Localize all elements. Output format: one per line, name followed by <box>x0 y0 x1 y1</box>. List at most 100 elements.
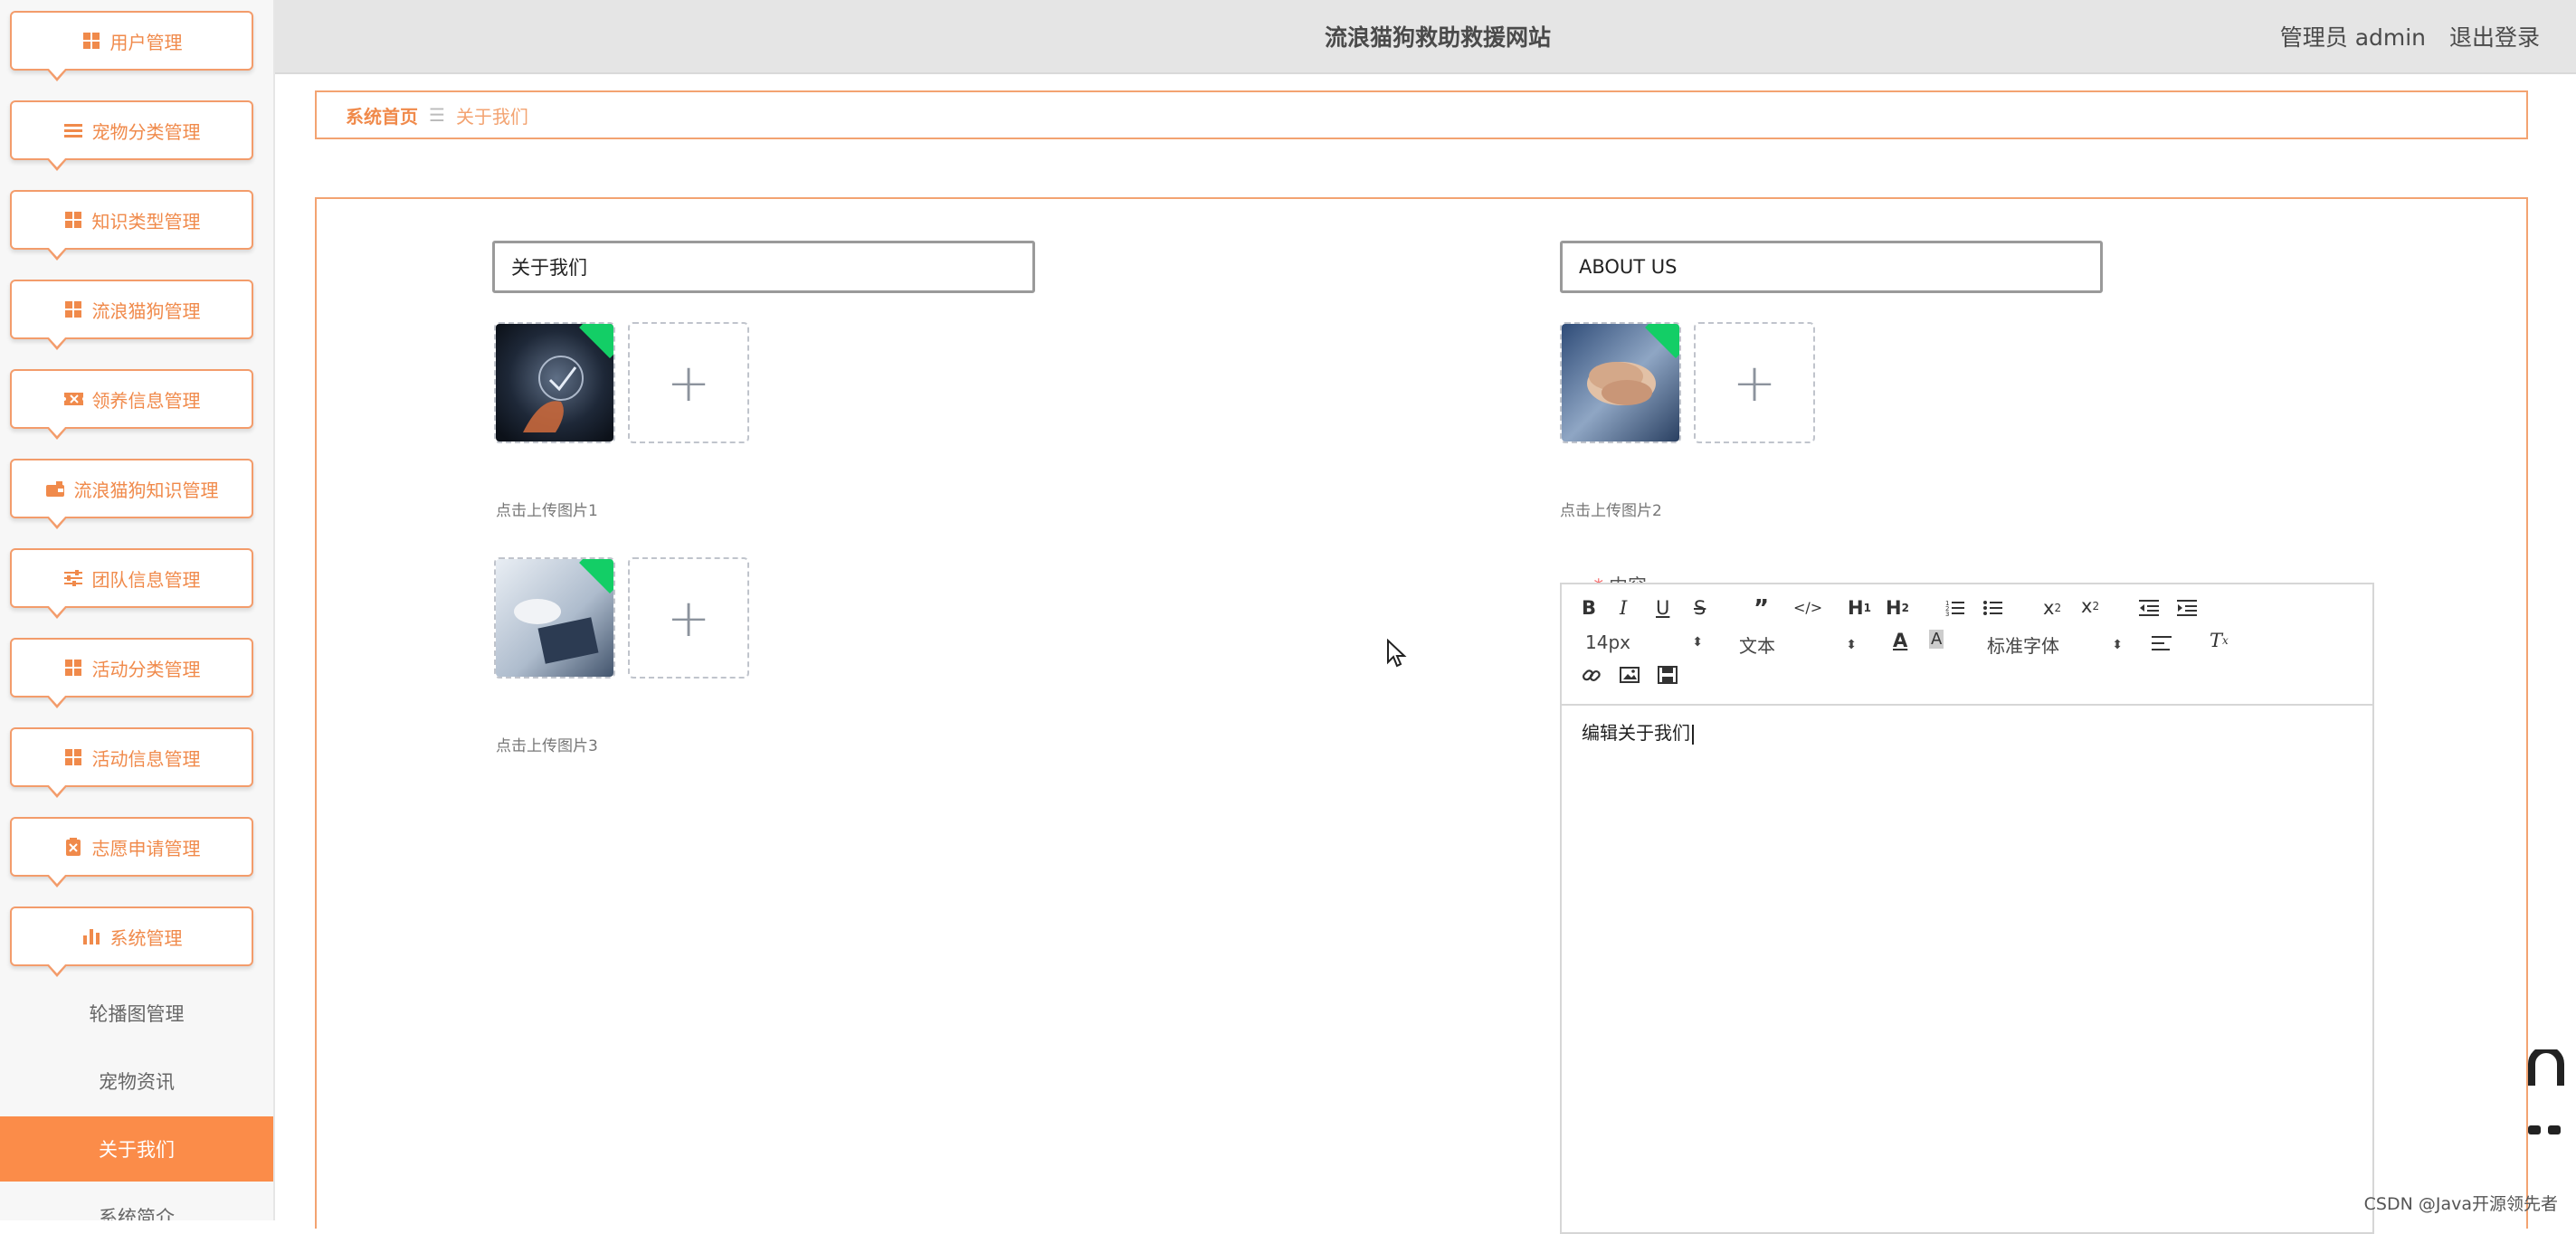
editor-content-area[interactable]: 编辑关于我们 <box>1582 718 1694 745</box>
indent-icon[interactable] <box>2177 599 2197 617</box>
watermark: CSDN @Java开源领先者 <box>2363 1194 2558 1214</box>
menu-item-label: 活动信息管理 <box>91 747 201 770</box>
list-icon <box>63 120 83 140</box>
menu-item-label: 流浪猫狗知识管理 <box>73 479 219 501</box>
video-icon[interactable] <box>1658 666 1678 684</box>
image3-upload-button[interactable]: + <box>628 557 749 679</box>
submenu-item-label: 宠物资讯 <box>99 1071 175 1093</box>
blockquote-icon[interactable]: ” <box>1754 595 1769 622</box>
menu-item-adoption-info[interactable]: 领养信息管理 <box>10 369 253 440</box>
top-header: 流浪猫狗救助救援网站 管理员 admin 退出登录 <box>275 0 2576 74</box>
text-caret <box>1692 724 1694 745</box>
sliders-icon <box>63 568 83 588</box>
submenu-item-label: 关于我们 <box>99 1139 175 1161</box>
plus-icon: + <box>1732 352 1777 413</box>
user-label: 管理员 admin <box>2279 24 2427 51</box>
ticket-icon <box>63 389 83 409</box>
title-input[interactable] <box>492 241 1035 293</box>
menu-item-label: 系统管理 <box>109 926 183 949</box>
grid-icon <box>63 658 83 678</box>
underline-icon[interactable]: U <box>1656 597 1669 619</box>
breadcrumb-separator-icon: ☰ <box>429 104 445 126</box>
code-block-icon[interactable]: </> <box>1793 599 1822 616</box>
wallet-icon <box>45 479 65 498</box>
image-icon[interactable] <box>1620 666 1640 684</box>
ordered-list-icon[interactable]: 123 <box>1945 599 1965 617</box>
menu-item-label: 宠物分类管理 <box>91 120 201 143</box>
menu-item-pet-category[interactable]: 宠物分类管理 <box>10 100 253 171</box>
strikethrough-icon[interactable]: S <box>1694 597 1706 619</box>
image2-hint: 点击上传图片2 <box>1560 502 1662 520</box>
subscript-icon[interactable]: x2 <box>2043 597 2061 619</box>
image2-thumbnail[interactable] <box>1560 322 1681 443</box>
menu-item-knowledge-type[interactable]: 知识类型管理 <box>10 190 253 261</box>
image1-hint: 点击上传图片1 <box>496 502 598 520</box>
select-arrows-icon: ⬍ <box>2112 637 2123 652</box>
rich-text-editor: B I U S ” </> H1 H2 123 x2 x2 14px ⬍ 文本 ⬍ … <box>1560 583 2374 1234</box>
floating-widget-icon <box>2524 1046 2570 1163</box>
font-color-icon[interactable]: A <box>1893 630 1907 651</box>
menu-item-label: 知识类型管理 <box>91 210 201 233</box>
menu-item-label: 团队信息管理 <box>91 568 201 591</box>
breadcrumb-current: 关于我们 <box>455 105 528 128</box>
mouse-cursor-icon <box>1387 639 1407 668</box>
submenu-item-pet-news[interactable]: 宠物资讯 <box>0 1049 273 1114</box>
menu-item-stray-animal[interactable]: 流浪猫狗管理 <box>10 280 253 350</box>
header-select[interactable]: 文本 ⬍ <box>1739 631 1857 658</box>
plus-icon: + <box>666 352 711 413</box>
submenu-item-carousel[interactable]: 轮播图管理 <box>0 981 273 1046</box>
heading2-icon[interactable]: H2 <box>1886 597 1909 619</box>
italic-icon[interactable]: I <box>1620 597 1627 619</box>
superscript-icon[interactable]: x2 <box>2081 595 2099 617</box>
menu-item-activity-info[interactable]: 活动信息管理 <box>10 727 253 798</box>
menu-item-label: 流浪猫狗管理 <box>91 299 201 322</box>
bullet-list-icon[interactable] <box>1983 599 2003 617</box>
submenu-item-system-intro[interactable]: 系统简介 <box>0 1184 273 1220</box>
submenu-item-about-us[interactable]: 关于我们 <box>0 1116 273 1182</box>
grid-icon <box>63 210 83 230</box>
font-size-select[interactable]: 14px ⬍ <box>1585 631 1703 653</box>
select-arrows-icon: ⬍ <box>1692 635 1703 650</box>
clipboard-icon <box>63 837 83 857</box>
grid-icon <box>63 747 83 767</box>
link-icon[interactable] <box>1582 666 1602 686</box>
menu-item-label: 志愿申请管理 <box>91 837 201 859</box>
editor-toolbar: B I U S ” </> H1 H2 123 x2 x2 14px ⬍ 文本 ⬍ … <box>1562 584 2372 706</box>
breadcrumb: 系统首页 ☰ 关于我们 <box>315 90 2528 139</box>
select-arrows-icon: ⬍ <box>1846 637 1857 652</box>
grid-icon <box>81 31 101 51</box>
menu-item-activity-category[interactable]: 活动分类管理 <box>10 638 253 708</box>
bold-icon[interactable]: B <box>1582 597 1596 619</box>
breadcrumb-home[interactable]: 系统首页 <box>346 102 418 128</box>
menu-item-system-management[interactable]: 系统管理 <box>10 907 253 977</box>
logout-link[interactable]: 退出登录 <box>2449 24 2540 51</box>
menu-item-label: 领养信息管理 <box>91 389 201 412</box>
plus-icon: + <box>666 587 711 649</box>
clear-format-icon[interactable]: Tx <box>2210 630 2229 651</box>
menu-item-user-management[interactable]: 用户管理 <box>10 11 253 81</box>
image1-upload-button[interactable]: + <box>628 322 749 443</box>
background-color-icon[interactable]: A <box>1929 630 1944 649</box>
bar-chart-icon <box>81 926 101 946</box>
site-title: 流浪猫狗救助救援网站 <box>1325 24 1552 51</box>
grid-icon <box>63 299 83 319</box>
menu-item-volunteer-application[interactable]: 志愿申请管理 <box>10 817 253 888</box>
user-info: 管理员 admin 退出登录 <box>2264 20 2540 52</box>
submenu-item-label: 轮播图管理 <box>89 1003 185 1025</box>
image1-thumbnail[interactable] <box>494 322 615 443</box>
outdent-icon[interactable] <box>2139 599 2159 617</box>
image3-hint: 点击上传图片3 <box>496 737 598 755</box>
menu-item-stray-knowledge[interactable]: 流浪猫狗知识管理 <box>10 459 253 529</box>
image3-thumbnail[interactable] <box>494 557 615 679</box>
heading1-icon[interactable]: H1 <box>1848 597 1871 619</box>
subtitle-input[interactable] <box>1560 241 2103 293</box>
editor-content-text: 编辑关于我们 <box>1582 722 1690 744</box>
image2-upload-button[interactable]: + <box>1694 322 1815 443</box>
align-left-icon[interactable] <box>2152 635 2172 651</box>
menu-item-label: 活动分类管理 <box>91 658 201 680</box>
font-family-select[interactable]: 标准字体 ⬍ <box>1987 631 2123 658</box>
submenu-item-label: 系统简介 <box>99 1207 175 1220</box>
menu-item-team-info[interactable]: 团队信息管理 <box>10 548 253 619</box>
sidebar: 用户管理 宠物分类管理 知识类型管理 流浪猫狗管理 领养信息管理 流浪猫狗知识管… <box>0 0 275 1220</box>
menu-item-label: 用户管理 <box>109 31 183 53</box>
